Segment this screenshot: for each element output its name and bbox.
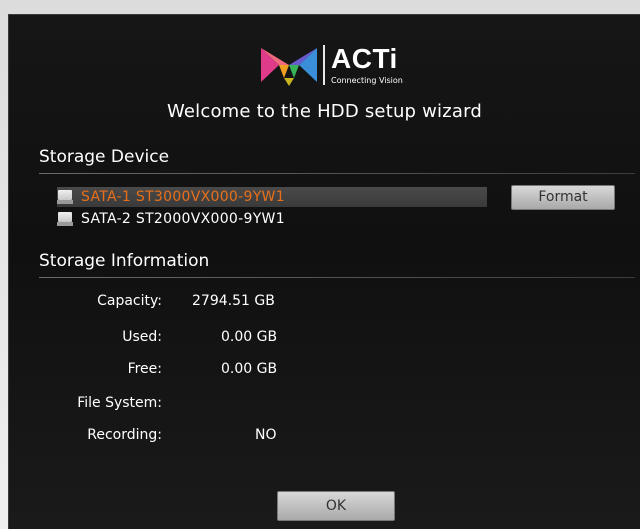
brand-name: ACTi	[331, 43, 398, 74]
used-label: Used:	[122, 329, 162, 345]
hdd-setup-wizard-dialog: ACTi Connecting Vision Welcome to the HD…	[8, 14, 640, 529]
logo-divider	[323, 45, 325, 85]
recording-value: NO	[255, 427, 277, 443]
hard-disk-icon	[57, 212, 73, 226]
used-value: 0.00 GB	[221, 329, 278, 345]
storage-information-divider	[39, 277, 635, 278]
storage-device-divider	[39, 173, 635, 174]
storage-information-title: Storage Information	[39, 251, 210, 271]
capacity-value: 2794.51 GB	[192, 293, 275, 309]
ok-button[interactable]: OK	[277, 491, 395, 521]
recording-label: Recording:	[87, 427, 162, 443]
file-system-label: File System:	[77, 395, 162, 411]
screen-background: ACTi Connecting Vision Welcome to the HD…	[0, 0, 640, 529]
welcome-heading: Welcome to the HDD setup wizard	[166, 101, 483, 122]
device-item-sata-1[interactable]: SATA-1 ST3000VX000-9YW1	[57, 187, 487, 207]
device-item-sata-2[interactable]: SATA-2 ST2000VX000-9YW1	[57, 209, 285, 229]
brand-tagline: Connecting Vision	[331, 76, 403, 85]
capacity-label: Capacity:	[97, 293, 162, 309]
free-value: 0.00 GB	[221, 361, 278, 377]
acti-logo-icon	[261, 48, 317, 86]
free-label: Free:	[127, 361, 162, 377]
storage-device-title: Storage Device	[39, 147, 170, 167]
logo-text: ACTi Connecting Vision	[331, 44, 403, 86]
acti-logo: ACTi Connecting Vision	[259, 39, 403, 91]
hard-disk-icon	[57, 190, 73, 204]
device-label: SATA-1 ST3000VX000-9YW1	[81, 189, 285, 205]
device-label: SATA-2 ST2000VX000-9YW1	[81, 211, 285, 227]
format-button[interactable]: Format	[511, 185, 615, 210]
